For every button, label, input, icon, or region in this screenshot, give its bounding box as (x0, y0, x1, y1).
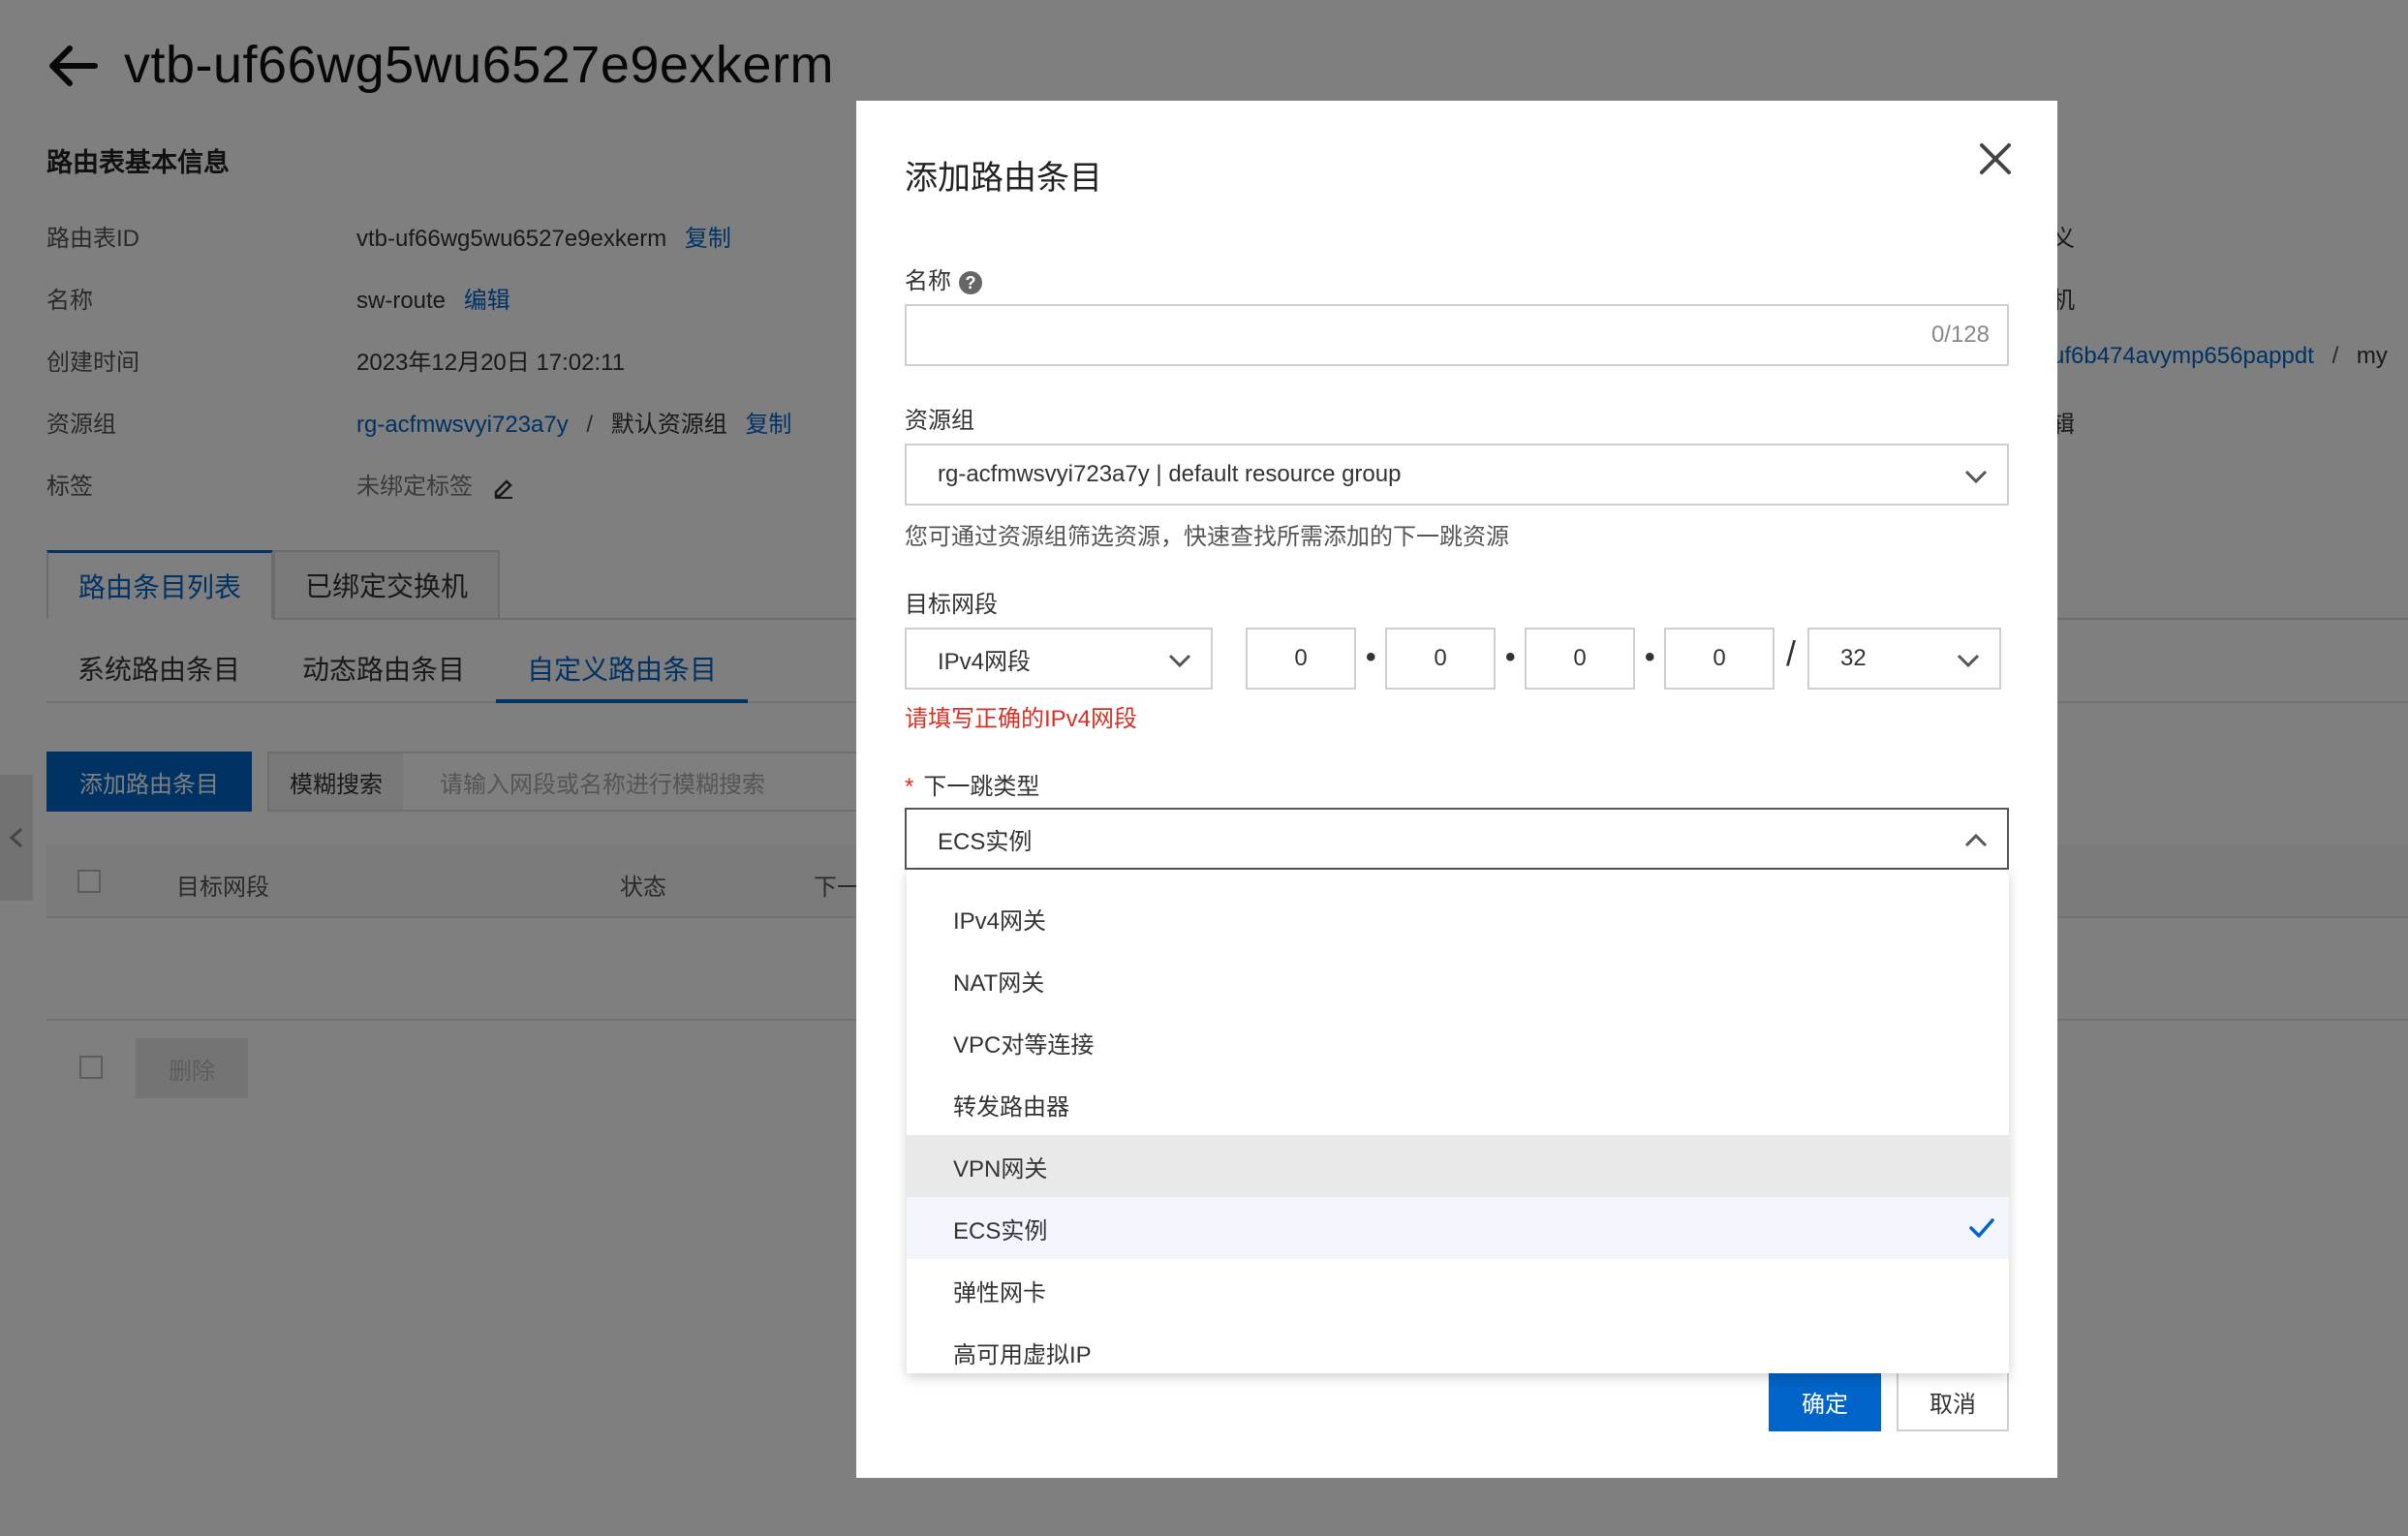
option-transit-router[interactable]: 转发路由器 (907, 1073, 2009, 1135)
chevron-down-icon (1957, 654, 1980, 668)
next-hop-type-select[interactable]: ECS实例 (905, 808, 2009, 870)
required-mark: * (905, 774, 914, 800)
destination-field-label: 目标网段 (905, 592, 998, 618)
dialog-title: 添加路由条目 (905, 160, 1102, 197)
destination-error: 请填写正确的IPv4网段 (905, 706, 1138, 732)
mask-slash: / (1786, 633, 1797, 673)
close-icon[interactable] (1974, 138, 2017, 180)
ip-type-select[interactable]: IPv4网段 (905, 628, 1213, 690)
next-hop-type-value: ECS实例 (938, 828, 1033, 855)
ip-dot-1: • (1366, 641, 1376, 673)
option-vpn-gateway[interactable]: VPN网关 (907, 1135, 2009, 1197)
mask-select[interactable]: 32 (1807, 628, 2001, 690)
check-icon (1969, 1218, 1994, 1238)
help-icon[interactable]: ? (959, 270, 982, 294)
mask-value: 32 (1840, 645, 1867, 671)
route-name-input[interactable]: 0/128 (905, 304, 2009, 366)
next-hop-field-label-text: 下一跳类型 (923, 774, 1040, 800)
ip-dot-2: • (1505, 641, 1516, 673)
name-char-counter: 0/128 (1930, 322, 1990, 348)
resource-group-select[interactable]: rg-acfmwsvyi723a7y | default resource gr… (905, 444, 2009, 506)
ip-dot-3: • (1645, 641, 1655, 673)
ip-octet-1-input[interactable]: 0 (1246, 628, 1356, 690)
name-field-label-text: 名称 (905, 268, 951, 294)
option-ecs-instance-label: ECS实例 (953, 1217, 1048, 1244)
next-hop-type-dropdown: IPv4网关 NAT网关 VPC对等连接 转发路由器 VPN网关 ECS实例 弹… (907, 870, 2009, 1373)
cancel-button[interactable]: 取消 (1897, 1371, 2009, 1431)
next-hop-field-label: * 下一跳类型 (905, 767, 1039, 801)
resource-group-field-label: 资源组 (905, 408, 974, 434)
option-havip[interactable]: 高可用虚拟IP (907, 1321, 2009, 1373)
option-ecs-instance[interactable]: ECS实例 (907, 1197, 2009, 1259)
ip-octet-2-input[interactable]: 0 (1385, 628, 1496, 690)
option-nat-gateway[interactable]: NAT网关 (907, 949, 2009, 1011)
chevron-up-icon (1964, 833, 1988, 847)
option-vpc-peering[interactable]: VPC对等连接 (907, 1011, 2009, 1073)
resource-group-select-value: rg-acfmwsvyi723a7y | default resource gr… (938, 461, 1402, 487)
ip-octet-4-input[interactable]: 0 (1664, 628, 1775, 690)
confirm-button[interactable]: 确定 (1769, 1371, 1881, 1431)
resource-group-hint: 您可通过资源组筛选资源，快速查找所需添加的下一跳资源 (905, 524, 1509, 550)
ip-octet-3-input[interactable]: 0 (1525, 628, 1635, 690)
option-eni[interactable]: 弹性网卡 (907, 1259, 2009, 1321)
chevron-down-icon (1168, 654, 1191, 668)
ip-type-value: IPv4网段 (938, 648, 1032, 675)
name-field-label: 名称? (905, 261, 982, 295)
option-ipv4-gateway[interactable]: IPv4网关 (907, 887, 2009, 949)
chevron-down-icon (1964, 470, 1988, 484)
